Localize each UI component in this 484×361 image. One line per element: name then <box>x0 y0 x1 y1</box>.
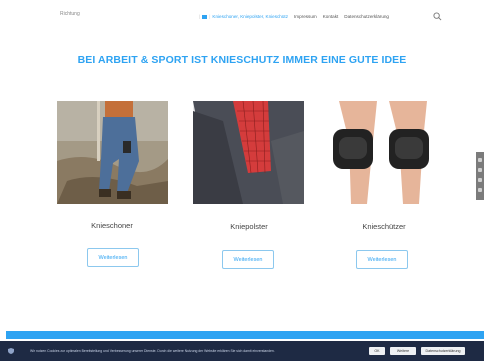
footer-bar <box>6 331 484 339</box>
cookie-more-button[interactable]: Weitere <box>390 347 416 355</box>
site-logo[interactable]: Richtung <box>60 11 80 17</box>
home-icon <box>202 14 208 19</box>
shield-icon <box>8 348 14 354</box>
nav-item-label: Knieschoner, Kniepolster, Knieschütz <box>212 14 288 19</box>
card-title: Knieschützer <box>362 222 406 231</box>
nav-item-knieschutz[interactable]: | | Knieschoner, Kniepolster, Knieschütz <box>199 14 288 19</box>
share-icon[interactable] <box>478 168 482 172</box>
page-headline: BEI ARBEIT & SPORT IST KNIESCHUTZ IMMER … <box>77 54 407 66</box>
nav-item-datenschutz[interactable]: Datenschutzerklärung <box>344 14 389 19</box>
cookie-ok-button[interactable]: OK <box>369 347 385 355</box>
search-icon[interactable] <box>433 12 442 21</box>
nav-item-kontakt[interactable]: Kontakt <box>323 14 339 19</box>
card-title: Knieschoner <box>91 221 133 230</box>
cookie-banner: Wir nutzen Cookies zur optimalen Bereits… <box>0 341 484 361</box>
cookie-privacy-button[interactable]: Datenschutzerklärung <box>421 347 465 355</box>
share-icon[interactable] <box>478 188 482 192</box>
main-nav: | | Knieschoner, Kniepolster, Knieschütz… <box>199 14 389 19</box>
read-more-button[interactable]: Weiterlesen <box>87 248 139 267</box>
share-icon[interactable] <box>478 178 482 182</box>
read-more-button[interactable]: Weiterlesen <box>222 250 274 269</box>
share-sidebar[interactable] <box>476 152 484 200</box>
nav-separator: | <box>209 14 211 19</box>
kniepolster-image[interactable] <box>193 101 304 204</box>
nav-separator: | <box>199 14 201 19</box>
read-more-button[interactable]: Weiterlesen <box>356 250 408 269</box>
knieschuetzer-image[interactable] <box>327 101 438 204</box>
knieschoner-image[interactable] <box>57 101 168 204</box>
card-title: Kniepolster <box>230 222 268 231</box>
nav-item-impressum[interactable]: Impressum <box>294 14 317 19</box>
cookie-text: Wir nutzen Cookies zur optimalen Bereits… <box>30 349 275 353</box>
share-icon[interactable] <box>478 158 482 162</box>
